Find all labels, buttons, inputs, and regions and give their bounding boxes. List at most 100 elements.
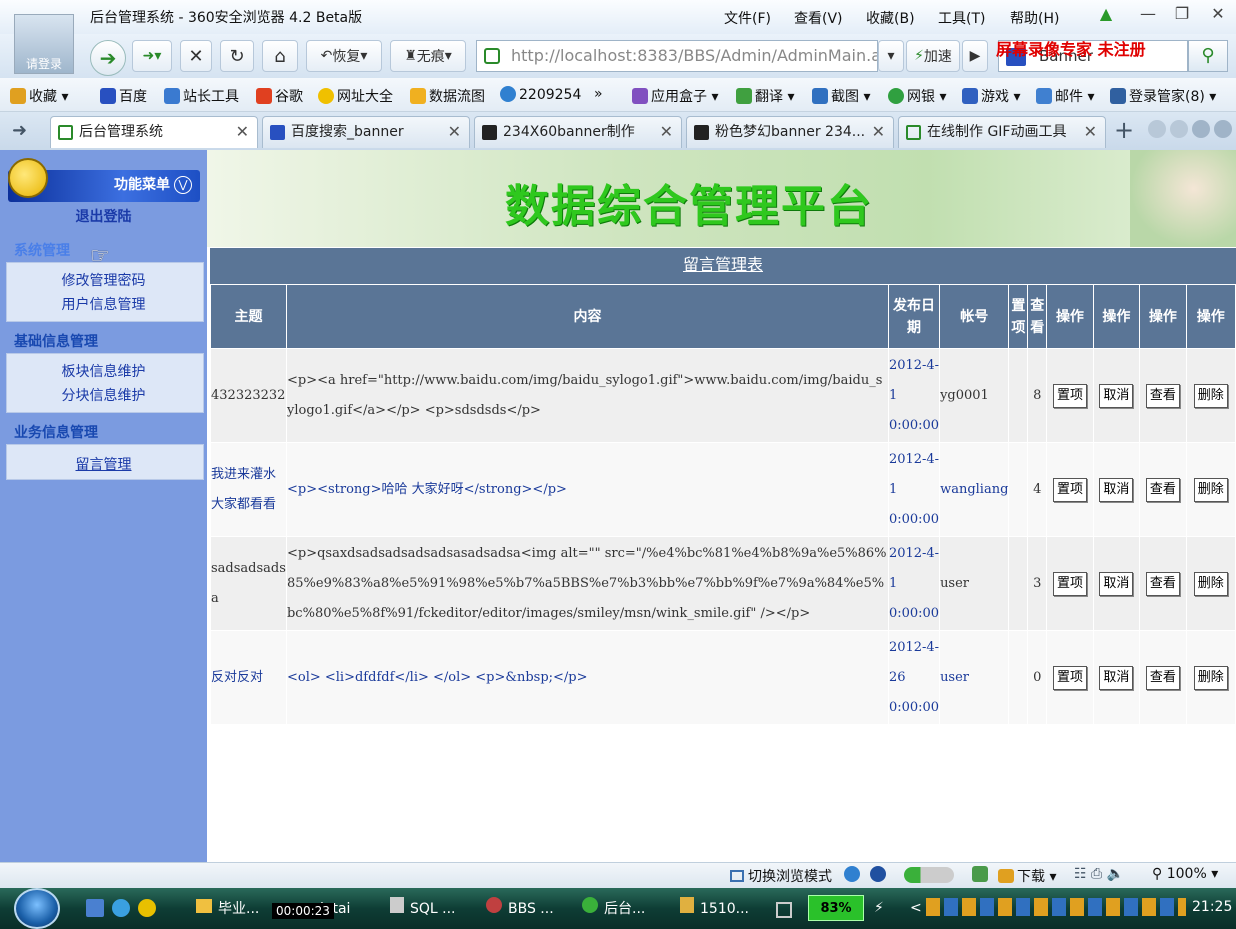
fav-item-google[interactable]: 谷歌 <box>256 86 303 106</box>
collapse-icon[interactable]: ⋁ <box>174 176 192 194</box>
back-button[interactable]: ➔ <box>90 40 126 76</box>
restore-button[interactable]: ↶ 恢复 ▾ <box>306 40 382 72</box>
delete-button[interactable]: 删除 <box>1193 665 1228 690</box>
close-tab-icon[interactable]: ✕ <box>872 117 885 147</box>
address-dropdown[interactable]: ▾ <box>878 40 904 72</box>
tray-expand-icon[interactable]: < <box>910 900 922 916</box>
close-tab-icon[interactable]: ✕ <box>236 117 249 147</box>
cancel-button[interactable]: 取消 <box>1099 571 1134 596</box>
tab-close-all-icon[interactable] <box>1214 120 1232 138</box>
browser360-icon[interactable] <box>138 899 156 917</box>
taskbar-item-folder[interactable]: 毕业... <box>196 896 259 924</box>
cancel-button[interactable]: 取消 <box>1099 477 1134 502</box>
fav-item-translate[interactable]: 翻译 ▾ <box>736 86 794 106</box>
pin-button[interactable]: 置项 <box>1052 571 1087 596</box>
home-button[interactable]: ⌂ <box>262 40 298 72</box>
tab-list-icon[interactable] <box>1192 120 1210 138</box>
fav-item-login-manager[interactable]: 登录管家(8) ▾ <box>1110 86 1216 106</box>
delete-button[interactable]: 删除 <box>1193 571 1228 596</box>
pin-button[interactable]: 置项 <box>1052 383 1087 408</box>
fav-item-baidu[interactable]: 百度 <box>100 86 147 106</box>
printer-icon[interactable]: ⎙ <box>1091 866 1102 882</box>
start-button[interactable] <box>14 888 60 929</box>
browse-mode-toggle[interactable]: 切换浏览模式 <box>730 866 832 886</box>
fav-item-favorites[interactable]: 收藏 ▾ <box>10 86 68 106</box>
close-tab-icon[interactable]: ✕ <box>660 117 673 147</box>
view-button[interactable]: 查看 <box>1145 477 1180 502</box>
menu-file[interactable]: 文件(F) <box>724 8 771 28</box>
delete-button[interactable]: 删除 <box>1193 383 1228 408</box>
tab-gif-tool[interactable]: 在线制作 GIF动画工具 ✕ <box>898 116 1106 148</box>
fav-item-qq[interactable]: 2209254 <box>500 86 581 103</box>
ie-icon[interactable] <box>112 899 130 917</box>
user-avatar[interactable]: 请登录 <box>14 14 74 74</box>
pin-button[interactable]: 置项 <box>1052 477 1087 502</box>
accelerate-button[interactable]: ⚡ 加速 <box>906 40 960 72</box>
taskbar-clock[interactable]: 21:25 <box>1192 899 1232 915</box>
plug-icon[interactable]: ⚡ <box>874 900 884 916</box>
stop-button[interactable]: ✕ <box>180 40 212 72</box>
sidebar-item-block-maintenance[interactable]: 分块信息维护 <box>0 385 207 405</box>
close-window-button[interactable]: ✕ <box>1206 4 1230 26</box>
fav-item-screenshot[interactable]: 截图 ▾ <box>812 86 870 106</box>
refresh-button[interactable]: ↻ <box>220 40 254 72</box>
speed-toggle[interactable] <box>904 867 954 883</box>
delete-button[interactable]: 删除 <box>1193 477 1228 502</box>
tab-banner-maker[interactable]: 234X60banner制作 ✕ <box>474 116 682 148</box>
minimize-button[interactable]: — <box>1136 4 1160 26</box>
fav-item-dataflow[interactable]: 数据流图 <box>410 86 485 106</box>
table-caption[interactable]: 留言管理表 <box>210 248 1236 284</box>
tab-admin-system[interactable]: 后台管理系统 ✕ <box>50 116 258 148</box>
fav-item-appbox[interactable]: 应用盒子 ▾ <box>632 86 718 106</box>
logout-link[interactable]: 退出登陆 <box>0 206 207 226</box>
close-tab-icon[interactable]: ✕ <box>448 117 461 147</box>
maximize-button[interactable]: ❐ <box>1170 4 1194 26</box>
tool-icon[interactable] <box>972 866 988 882</box>
view-button[interactable]: 查看 <box>1145 665 1180 690</box>
fav-item-webmaster[interactable]: 站长工具 <box>164 86 239 106</box>
tab-scroll-right-icon[interactable] <box>1170 120 1188 138</box>
tab-scroll-left-icon[interactable] <box>1148 120 1166 138</box>
taskbar-item-app[interactable] <box>776 896 792 924</box>
tray-icons[interactable] <box>926 898 1187 916</box>
menu-favorites[interactable]: 收藏(B) <box>866 8 915 28</box>
menu-help[interactable]: 帮助(H) <box>1010 8 1059 28</box>
sidebar-item-user-info[interactable]: 用户信息管理 <box>0 294 207 314</box>
tab-pink-banner[interactable]: 粉色梦幻banner 234... ✕ <box>686 116 894 148</box>
menu-view[interactable]: 查看(V) <box>794 8 843 28</box>
incognito-button[interactable]: ♜ 无痕 ▾ <box>390 40 466 72</box>
view-button[interactable]: 查看 <box>1145 383 1180 408</box>
sidebar-toggle-icon[interactable]: ➜ <box>12 120 27 141</box>
section-business-info[interactable]: 业务信息管理 <box>14 422 98 442</box>
address-bar[interactable]: http://localhost:8383/BBS/Admin/AdminMai… <box>476 40 878 72</box>
taskbar-item-admin[interactable]: 后台... <box>582 896 645 924</box>
sidebar-item-message-management[interactable]: 留言管理 <box>0 454 207 474</box>
pin-button[interactable]: 置项 <box>1052 665 1087 690</box>
new-tab-button[interactable]: + <box>1114 116 1134 144</box>
fav-more[interactable]: » <box>594 86 603 102</box>
tab-baidu-search[interactable]: 百度搜索_banner ✕ <box>262 116 470 148</box>
forward-button[interactable]: ➜▾ <box>132 40 172 72</box>
section-basic-info[interactable]: 基础信息管理 <box>14 331 98 351</box>
zoom-control[interactable]: ⚲ 100% ▾ <box>1152 866 1218 882</box>
cancel-button[interactable]: 取消 <box>1099 665 1134 690</box>
speaker-icon[interactable]: 🔈 <box>1107 866 1124 882</box>
menu-tools[interactable]: 工具(T) <box>938 8 985 28</box>
security-icon[interactable] <box>870 866 886 882</box>
close-tab-icon[interactable]: ✕ <box>1084 117 1097 147</box>
section-system-management[interactable]: 系统管理 <box>14 240 70 260</box>
taskbar-item-1510[interactable]: 1510... <box>680 896 749 924</box>
go-button[interactable]: ▶ <box>962 40 988 72</box>
sidebar-item-change-password[interactable]: 修改管理密码 <box>0 270 207 290</box>
fav-item-games[interactable]: 游戏 ▾ <box>962 86 1020 106</box>
ie-icon[interactable] <box>844 866 860 882</box>
fav-item-mail[interactable]: 邮件 ▾ <box>1036 86 1094 106</box>
fav-item-bank[interactable]: 网银 ▾ <box>888 86 946 106</box>
clipboard-icon[interactable]: ☷ <box>1074 866 1087 882</box>
taskbar-item-sql[interactable]: SQL ... <box>390 896 456 924</box>
download-button[interactable]: 下载 ▾ <box>998 866 1056 886</box>
view-button[interactable]: 查看 <box>1145 571 1180 596</box>
cancel-button[interactable]: 取消 <box>1099 383 1134 408</box>
desktop-icon[interactable] <box>86 899 104 917</box>
fav-item-sitelist[interactable]: 网址大全 <box>318 86 393 106</box>
